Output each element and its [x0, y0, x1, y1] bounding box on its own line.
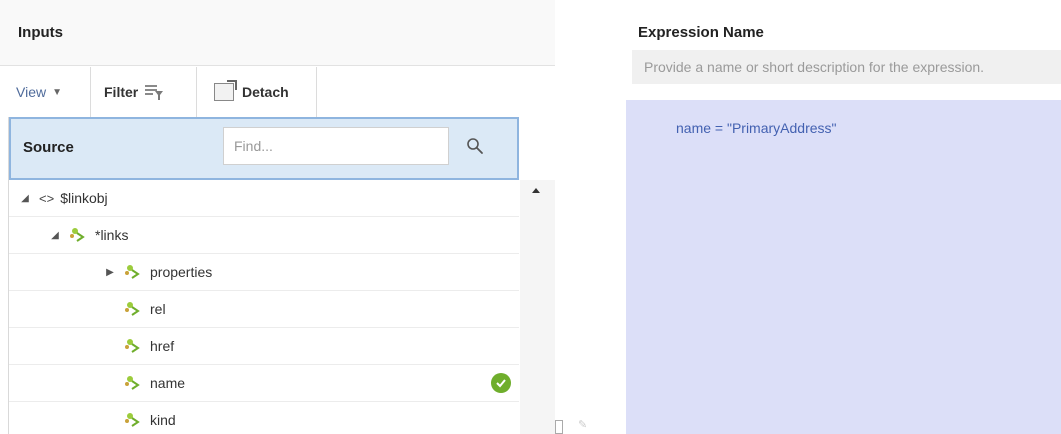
inputs-title: Inputs [18, 24, 63, 41]
search-button[interactable] [457, 129, 493, 163]
pencil-icon: ✎ [578, 419, 588, 431]
expression-name-field[interactable] [632, 50, 1061, 84]
checkmark-icon [491, 373, 511, 393]
collapsed-triangle-icon[interactable]: ▶ [104, 267, 116, 278]
filter-button[interactable]: Filter [104, 67, 164, 117]
source-label: Source [23, 139, 74, 156]
element-icon [125, 376, 140, 390]
source-panel: Source ◢ <> $linkobj ◢ *links ▶ [8, 117, 519, 434]
element-icon [125, 302, 140, 316]
element-icon [125, 265, 140, 279]
expanded-triangle-icon[interactable]: ◢ [49, 230, 61, 241]
detach-icon [214, 80, 237, 101]
find-input[interactable] [224, 128, 448, 164]
toolbar-separator [90, 67, 91, 117]
tree-label: kind [150, 412, 176, 428]
tree-label: properties [150, 264, 213, 280]
expression-name-title: Expression Name [638, 24, 764, 41]
toolbar-separator [196, 67, 197, 117]
tree-row-href[interactable]: href [9, 328, 519, 365]
expression-editor[interactable]: name = "PrimaryAddress" [626, 100, 1061, 434]
expression-text: name = "PrimaryAddress" [676, 120, 837, 136]
view-menu-button[interactable]: View ▼ [16, 67, 62, 117]
inputs-header: Inputs [0, 0, 555, 66]
tree-row-linkobj[interactable]: ◢ <> $linkobj [9, 180, 519, 217]
inputs-toolbar: View ▼ Filter Detach [0, 67, 555, 117]
caret-down-icon: ▼ [52, 86, 62, 98]
element-icon [125, 339, 140, 353]
tree-label: name [150, 375, 186, 391]
detach-button[interactable]: Detach [214, 67, 289, 117]
detach-label: Detach [242, 84, 289, 100]
expression-name-input[interactable] [632, 50, 1061, 84]
scroll-up-arrow-icon[interactable] [532, 188, 540, 193]
source-tree: ◢ <> $linkobj ◢ *links ▶ properties rel … [9, 180, 519, 434]
tree-row-rel[interactable]: rel [9, 291, 519, 328]
element-icon [70, 228, 85, 242]
expanded-triangle-icon[interactable]: ◢ [19, 193, 31, 204]
splitter-handle[interactable] [555, 420, 563, 434]
filter-icon [144, 83, 164, 101]
view-label: View [16, 84, 47, 100]
search-icon [467, 138, 483, 154]
tree-row-kind[interactable]: kind [9, 402, 519, 434]
tree-scrollbar[interactable] [520, 180, 555, 434]
tree-row-properties[interactable]: ▶ properties [9, 254, 519, 291]
tree-label: $linkobj [60, 190, 108, 206]
tree-label: rel [150, 301, 166, 317]
element-icon [125, 413, 140, 427]
find-field[interactable] [223, 127, 449, 165]
tree-row-links[interactable]: ◢ *links [9, 217, 519, 254]
angle-brackets-icon: <> [39, 190, 55, 206]
tree-label: *links [95, 227, 129, 243]
filter-label: Filter [104, 84, 139, 100]
source-header: Source [9, 117, 519, 180]
tree-row-name[interactable]: name [9, 365, 519, 402]
tree-label: href [150, 338, 175, 354]
toolbar-separator [316, 67, 317, 117]
